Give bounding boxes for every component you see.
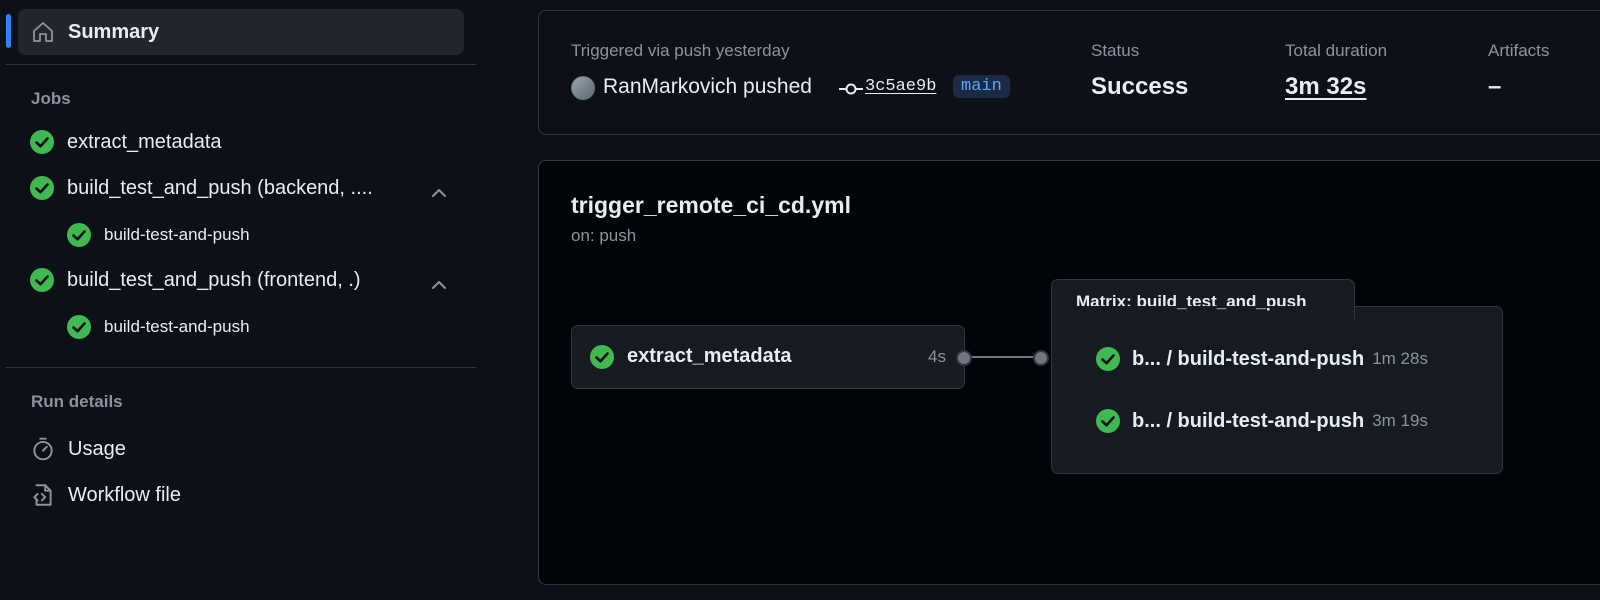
matrix-job-name: b... / build-test-and-push bbox=[1132, 409, 1365, 432]
trigger-text: Triggered via push yesterday bbox=[571, 41, 790, 60]
success-check-icon bbox=[30, 176, 54, 200]
active-indicator bbox=[6, 14, 11, 48]
sidebar-job-build-backend[interactable]: build_test_and_push (backend, .... bbox=[30, 176, 373, 200]
matrix-job-duration: 1m 28s bbox=[1372, 349, 1428, 368]
sidebar-job-label: build_test_and_push (backend, .... bbox=[67, 176, 373, 199]
matrix-job-name: b... / build-test-and-push bbox=[1132, 347, 1365, 370]
sidebar-job-label: extract_metadata bbox=[67, 130, 222, 153]
sidebar-item-label: Summary bbox=[68, 20, 160, 43]
chevron-up-icon[interactable] bbox=[430, 276, 448, 294]
sidebar-subjob-backend[interactable]: build-test-and-push bbox=[67, 223, 250, 247]
status-value: Success bbox=[1091, 73, 1189, 100]
sidebar-item-workflow-file[interactable]: Workflow file bbox=[68, 484, 181, 507]
home-icon bbox=[33, 22, 53, 42]
sidebar-item-summary[interactable]: Summary bbox=[18, 9, 464, 55]
sidebar-subjob-frontend[interactable]: build-test-and-push bbox=[67, 315, 250, 339]
workflow-graph-panel: trigger_remote_ci_cd.yml on: push extrac… bbox=[538, 160, 1600, 585]
matrix-job-duration: 3m 19s bbox=[1372, 411, 1428, 430]
sidebar-job-extract-metadata[interactable]: extract_metadata bbox=[30, 130, 222, 154]
jobs-heading: Jobs bbox=[31, 89, 71, 108]
sidebar-subjob-label: build-test-and-push bbox=[104, 225, 250, 244]
branch-badge[interactable]: main bbox=[953, 75, 1010, 98]
success-check-icon bbox=[30, 130, 54, 154]
workflow-title: trigger_remote_ci_cd.yml bbox=[571, 192, 851, 218]
avatar[interactable] bbox=[571, 76, 595, 100]
sidebar-job-build-frontend[interactable]: build_test_and_push (frontend, .) bbox=[30, 268, 361, 292]
success-check-icon bbox=[30, 268, 54, 292]
divider bbox=[6, 64, 476, 65]
sidebar-item-usage[interactable]: Usage bbox=[68, 438, 126, 461]
sidebar-job-label: build_test_and_push (frontend, .) bbox=[67, 268, 361, 291]
stopwatch-icon bbox=[33, 437, 53, 461]
chevron-up-icon[interactable] bbox=[430, 184, 448, 202]
status-label: Status bbox=[1091, 41, 1140, 60]
success-check-icon bbox=[67, 223, 91, 247]
run-details-heading: Run details bbox=[31, 392, 123, 411]
success-check-icon bbox=[590, 345, 614, 369]
matrix-title: Matrix: build_test_and_push bbox=[1076, 292, 1307, 311]
graph-port-out bbox=[956, 350, 972, 366]
success-check-icon bbox=[67, 315, 91, 339]
matrix-job-frontend[interactable]: b... / build-test-and-push 3m 19s bbox=[1096, 409, 1428, 433]
matrix-title-tab: Matrix: build_test_and_push bbox=[1051, 279, 1355, 319]
commit-icon bbox=[839, 83, 863, 95]
matrix-job-backend[interactable]: b... / build-test-and-push 1m 28s bbox=[1096, 347, 1428, 371]
artifacts-label: Artifacts bbox=[1488, 41, 1550, 60]
success-check-icon bbox=[1096, 347, 1120, 371]
commit-sha-link[interactable]: 3c5ae9b bbox=[865, 77, 936, 96]
matrix-group: b... / build-test-and-push 1m 28s b... /… bbox=[1051, 306, 1503, 474]
workflow-trigger: on: push bbox=[571, 226, 637, 245]
sidebar: Summary Jobs extract_metadata build_test… bbox=[0, 0, 478, 600]
pusher-text[interactable]: RanMarkovich pushed bbox=[603, 75, 812, 99]
sidebar-subjob-label: build-test-and-push bbox=[104, 317, 250, 336]
duration-label: Total duration bbox=[1285, 41, 1388, 60]
artifacts-value: – bbox=[1488, 73, 1502, 100]
graph-job-extract-metadata[interactable]: extract_metadata 4s bbox=[571, 325, 965, 389]
run-summary-panel: Triggered via push yesterday RanMarkovic… bbox=[538, 10, 1600, 135]
divider bbox=[6, 367, 476, 368]
graph-job-duration: 4s bbox=[928, 347, 946, 366]
graph-job-name: extract_metadata bbox=[627, 345, 792, 367]
graph-port-in bbox=[1033, 350, 1049, 366]
workflow-file-icon bbox=[33, 484, 52, 506]
duration-value-link[interactable]: 3m 32s bbox=[1285, 73, 1366, 101]
success-check-icon bbox=[1096, 409, 1120, 433]
matrix-tab-join bbox=[1052, 306, 1354, 308]
